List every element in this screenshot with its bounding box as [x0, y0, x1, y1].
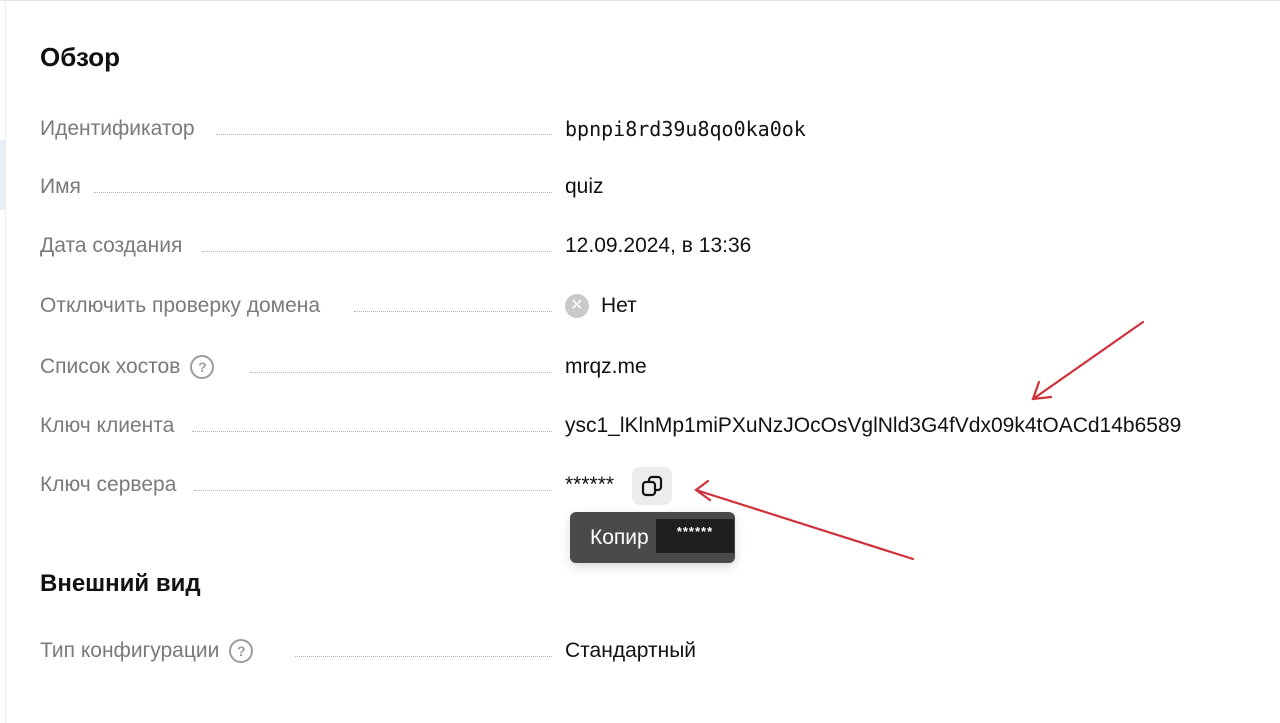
copy-icon	[641, 475, 663, 497]
left-border	[5, 0, 6, 723]
server-key-value: ******	[565, 473, 615, 496]
config-type-label-wrap: Тип конфигурации ?	[40, 635, 254, 667]
config-type-label: Тип конфигурации	[40, 639, 220, 662]
dotted-leader	[202, 251, 552, 252]
copy-tooltip: Копир ******	[570, 512, 735, 563]
disable-domain-check-label: Отключить проверку домена	[40, 294, 321, 317]
dotted-leader	[295, 656, 552, 657]
id-value: bpnpi8rd39u8qo0ka0ok	[565, 117, 806, 141]
server-key-label: Ключ сервера	[40, 473, 177, 496]
created-value: 12.09.2024, в 13:36	[565, 234, 752, 257]
client-key-value: ysc1_lKlnMp1miPXuNzJOcOsVglNld3G4fVdx09k…	[565, 414, 1182, 437]
tooltip-text: Копир	[590, 526, 649, 549]
tooltip-masked-overlay: ******	[656, 519, 734, 553]
dotted-leader	[216, 134, 552, 135]
row-config-type: Тип конфигурации ? Стандартный	[40, 635, 1240, 667]
row-id: Идентификатор bpnpi8rd39u8qo0ka0ok	[40, 113, 1240, 145]
x-circle-icon: ✕	[565, 294, 589, 318]
row-created: Дата создания 12.09.2024, в 13:36	[40, 230, 1240, 262]
dotted-leader	[94, 192, 552, 193]
help-icon[interactable]: ?	[229, 639, 254, 663]
disable-domain-check-text: Нет	[601, 294, 637, 317]
row-hosts: Список хостов ? mrqz.me	[40, 351, 1240, 383]
disable-domain-check-value: ✕ Нет	[565, 290, 637, 322]
config-type-value: Стандартный	[565, 639, 697, 662]
name-value: quiz	[565, 175, 604, 198]
hosts-label: Список хостов	[40, 355, 181, 378]
top-border	[0, 0, 1280, 1]
annotation-arrowhead-client-key	[1031, 380, 1053, 401]
hosts-label-wrap: Список хостов ?	[40, 351, 215, 383]
dotted-leader	[250, 372, 552, 373]
row-name: Имя quiz	[40, 171, 1240, 203]
sidebar-edge	[0, 140, 5, 210]
copy-button[interactable]	[632, 467, 672, 505]
dotted-leader	[354, 311, 552, 312]
help-icon[interactable]: ?	[190, 355, 215, 379]
appearance-title: Внешний вид	[40, 570, 201, 597]
row-disable-domain-check: Отключить проверку домена ✕ Нет	[40, 290, 1240, 322]
row-client-key: Ключ клиента ysc1_lKlnMp1miPXuNzJOcOsVgl…	[40, 410, 1240, 442]
hosts-value: mrqz.me	[565, 355, 647, 378]
row-server-key: Ключ сервера ******	[40, 467, 1240, 505]
id-label: Идентификатор	[40, 117, 195, 140]
overview-title: Обзор	[40, 42, 120, 72]
dotted-leader	[194, 490, 552, 491]
client-key-label: Ключ клиента	[40, 414, 175, 437]
name-label: Имя	[40, 175, 81, 198]
created-label: Дата создания	[40, 234, 183, 257]
dotted-leader	[192, 431, 552, 432]
